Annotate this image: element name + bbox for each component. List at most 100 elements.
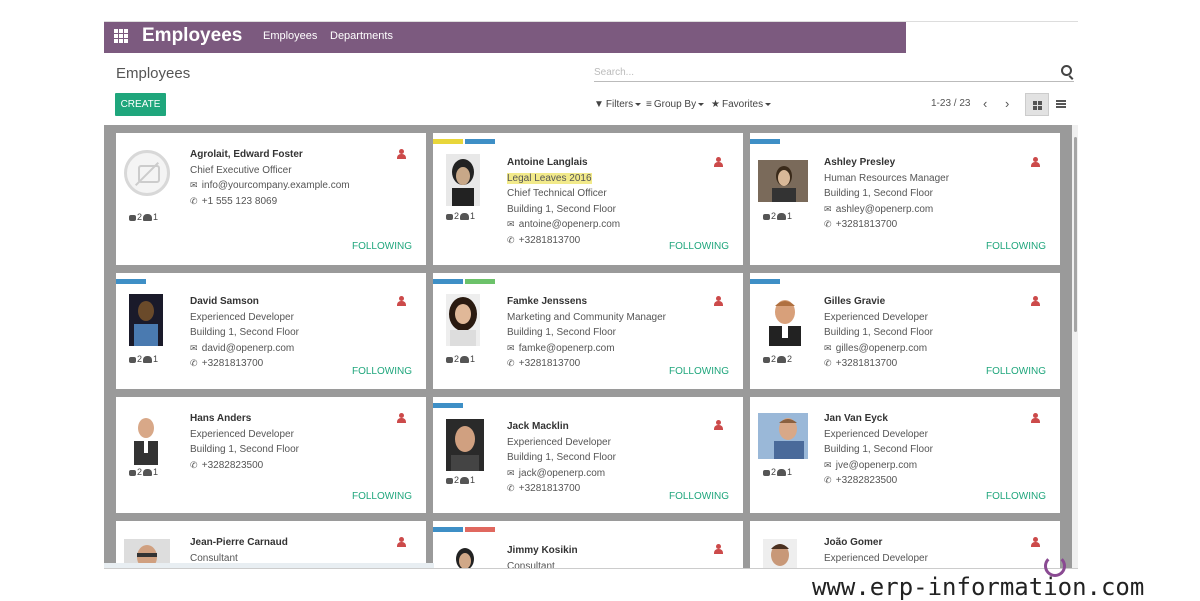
app-title: Employees [142, 25, 243, 46]
employee-card[interactable]: 21 David Samson Experienced Developer Bu… [116, 273, 426, 389]
employee-card[interactable]: João Gomer Experienced Developer [750, 521, 1060, 568]
pager-previous-icon[interactable]: ‹ [983, 96, 987, 111]
search-icon[interactable] [1061, 65, 1072, 76]
scrollbar-thumb[interactable] [1074, 137, 1077, 332]
following-button[interactable]: FOLLOWING [669, 366, 729, 377]
employee-name: Agrolait, Edward Foster [190, 149, 303, 160]
followers-icon [143, 356, 153, 364]
employee-email: jve@openerp.com [835, 459, 918, 471]
employee-phone: +1 555 123 8069 [201, 195, 278, 207]
followers-icon [777, 356, 787, 364]
card-counts: 21 [446, 211, 475, 221]
employee-card[interactable]: 21 Agrolait, Edward Foster Chief Executi… [116, 133, 426, 265]
following-button[interactable]: FOLLOWING [986, 241, 1046, 252]
menu-employees[interactable]: Employees [263, 30, 317, 42]
envelope-icon: ✉ [507, 342, 515, 353]
tag-blue [433, 527, 463, 532]
card-info: Ashley Presley Human Resources Manager B… [824, 155, 949, 233]
card-tags [433, 403, 463, 408]
employee-name: Antoine Langlais [507, 157, 588, 168]
card-info: Gilles Gravie Experienced Developer Buil… [824, 294, 933, 372]
followers-icon [460, 213, 470, 221]
favorites-dropdown[interactable]: ★ Favorites [711, 99, 772, 110]
envelope-icon: ✉ [824, 459, 832, 470]
card-info: Jack Macklin Experienced Developer Build… [507, 419, 616, 497]
employee-job: Experienced Developer [824, 428, 928, 440]
envelope-icon: ✉ [507, 219, 515, 229]
employee-card[interactable]: Jimmy Kosikin Consultant [433, 521, 743, 568]
person-icon [1031, 296, 1040, 306]
followers-icon [460, 477, 470, 485]
employee-email: antoine@openerp.com [518, 219, 621, 230]
employee-job: Experienced Developer [507, 436, 611, 448]
employee-photo [758, 413, 808, 459]
groupby-dropdown[interactable]: ≡ Group By [646, 99, 705, 110]
menu-departments[interactable]: Departments [330, 30, 393, 42]
tag-blue [433, 403, 463, 408]
person-icon [714, 296, 723, 306]
filters-dropdown[interactable]: ▼ Filters [594, 99, 642, 110]
employee-job: Experienced Developer [824, 552, 928, 564]
message-icon [129, 469, 136, 476]
following-button[interactable]: FOLLOWING [986, 366, 1046, 377]
breadcrumb: Employees [116, 65, 191, 82]
tag-blue [465, 139, 495, 144]
employee-phone: +3281813700 [518, 483, 581, 494]
person-icon [1031, 537, 1040, 547]
following-button[interactable]: FOLLOWING [669, 241, 729, 252]
employee-phone: +3281813700 [518, 234, 581, 246]
employee-card[interactable]: 21 Jan Van Eyck Experienced Developer Bu… [750, 397, 1060, 513]
message-icon [129, 356, 136, 363]
employee-phone: +3281813700 [835, 358, 898, 369]
employee-job: Chief Executive Officer [190, 164, 292, 176]
employee-photo [451, 545, 479, 568]
employee-card[interactable]: 21 Ashley Presley Human Resources Manage… [750, 133, 1060, 265]
employee-location: Building 1, Second Floor [190, 444, 299, 455]
following-button[interactable]: FOLLOWING [986, 491, 1046, 502]
envelope-icon: ✉ [824, 342, 832, 353]
employee-card[interactable]: 21 Jack Macklin Experienced Developer Bu… [433, 397, 743, 513]
main-navbar: Employees Employees Departments [104, 22, 906, 53]
employee-location: Building 1, Second Floor [190, 327, 299, 338]
tag-blue [750, 139, 780, 144]
employee-email: david@openerp.com [201, 342, 295, 354]
following-button[interactable]: FOLLOWING [352, 366, 412, 377]
followers-icon [460, 356, 470, 364]
employee-job: Experienced Developer [190, 428, 294, 440]
phone-icon: ✆ [824, 358, 832, 368]
following-button[interactable]: FOLLOWING [669, 491, 729, 502]
employee-location: Building 1, Second Floor [507, 327, 616, 338]
kanban-view-button[interactable] [1025, 93, 1049, 116]
person-icon [397, 149, 406, 159]
employee-name: Jan Van Eyck [824, 413, 888, 424]
employee-name: Hans Anders [190, 413, 252, 424]
following-button[interactable]: FOLLOWING [352, 241, 412, 252]
employee-card[interactable]: Jean-Pierre Carnaud Consultant [116, 521, 426, 568]
following-button[interactable]: FOLLOWING [352, 491, 412, 502]
list-view-button[interactable] [1049, 93, 1073, 116]
apps-grid-icon[interactable] [114, 29, 128, 43]
phone-icon: ✆ [190, 358, 198, 368]
person-icon [397, 537, 406, 547]
create-button[interactable]: CREATE [115, 93, 166, 116]
employee-email: info@yourcompany.example.com [201, 180, 350, 191]
search-input[interactable] [594, 63, 1034, 82]
person-icon [1031, 157, 1040, 167]
employee-email: famke@openerp.com [518, 342, 615, 354]
card-info: David Samson Experienced Developer Build… [190, 294, 299, 372]
card-counts: 21 [129, 354, 158, 364]
employee-card[interactable]: 21 Famke Jenssens Marketing and Communit… [433, 273, 743, 389]
employee-photo [758, 160, 808, 202]
tag-blue [750, 279, 780, 284]
pager-next-icon[interactable]: › [1005, 96, 1009, 111]
employee-card[interactable]: 21 Antoine Langlais Legal Leaves 2016 Ch… [433, 133, 743, 265]
tag-green [465, 279, 495, 284]
employee-card[interactable]: 21 Hans Anders Experienced Developer Bui… [116, 397, 426, 513]
phone-icon: ✆ [507, 483, 515, 493]
employee-phone: +3282823500 [201, 459, 264, 471]
employee-card[interactable]: 22 Gilles Gravie Experienced Developer B… [750, 273, 1060, 389]
followers-icon [777, 469, 787, 477]
card-info: Agrolait, Edward Foster Chief Executive … [190, 147, 350, 209]
employee-photo [129, 413, 163, 465]
card-counts: 21 [763, 211, 792, 221]
